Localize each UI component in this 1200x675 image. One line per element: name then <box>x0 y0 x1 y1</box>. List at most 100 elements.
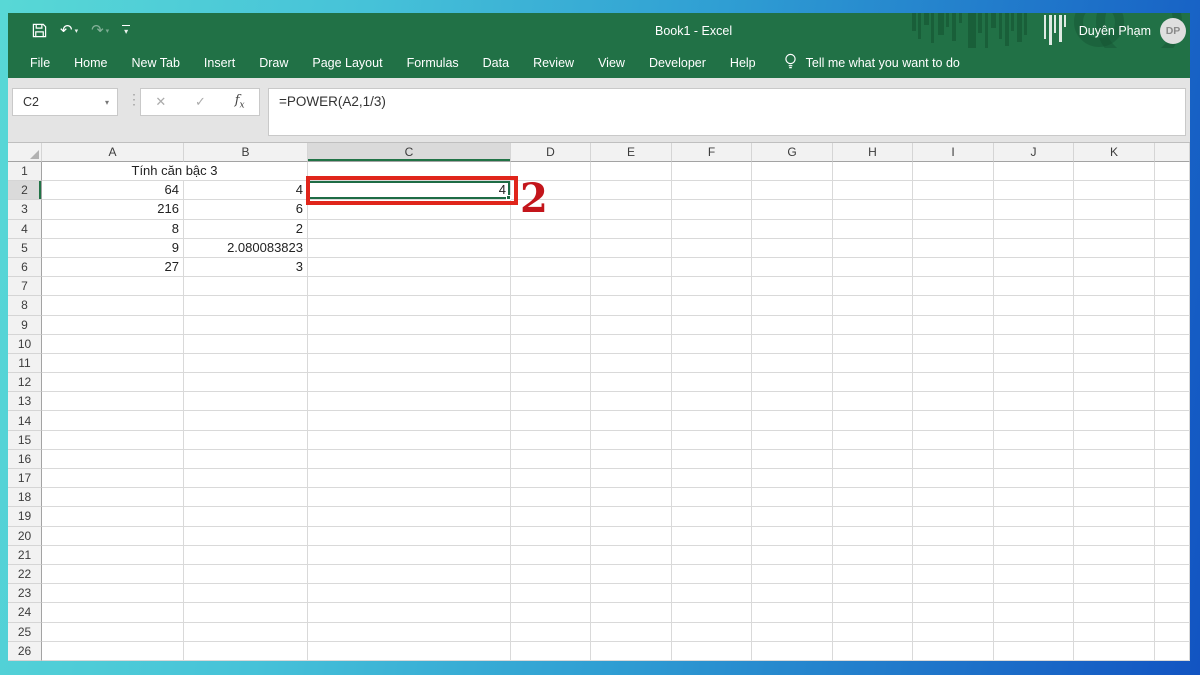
tab-page-layout[interactable]: Page Layout <box>300 48 394 78</box>
cell-K2[interactable] <box>1074 181 1155 200</box>
customize-quick-access-icon[interactable]: ▾ <box>122 25 130 36</box>
cell-G8[interactable] <box>752 296 833 315</box>
cell-E5[interactable] <box>591 239 672 258</box>
cell-D3[interactable] <box>511 200 591 219</box>
cell-E24[interactable] <box>591 603 672 622</box>
cell-G21[interactable] <box>752 546 833 565</box>
row-header-6[interactable]: 6 <box>8 258 42 277</box>
cell-K3[interactable] <box>1074 200 1155 219</box>
cell-B13[interactable] <box>184 392 308 411</box>
cell-K22[interactable] <box>1074 565 1155 584</box>
cell-C16[interactable] <box>308 450 511 469</box>
cell-C21[interactable] <box>308 546 511 565</box>
cell-G4[interactable] <box>752 220 833 239</box>
cell-K20[interactable] <box>1074 527 1155 546</box>
cell-E2[interactable] <box>591 181 672 200</box>
tell-me-box[interactable]: Tell me what you want to do <box>784 53 960 73</box>
cell-J25[interactable] <box>994 623 1074 642</box>
cell-E9[interactable] <box>591 316 672 335</box>
cell-H14[interactable] <box>833 411 913 430</box>
cell-F25[interactable] <box>672 623 752 642</box>
cell-A2[interactable]: 64 <box>42 181 184 200</box>
cell-H4[interactable] <box>833 220 913 239</box>
insert-function-icon[interactable]: fx <box>235 93 245 111</box>
cell-B6[interactable]: 3 <box>184 258 308 277</box>
cell-stub-8[interactable] <box>1155 296 1190 315</box>
cell-G20[interactable] <box>752 527 833 546</box>
cell-C11[interactable] <box>308 354 511 373</box>
cell-I2[interactable] <box>913 181 994 200</box>
cell-F11[interactable] <box>672 354 752 373</box>
fill-handle[interactable] <box>506 195 511 200</box>
cell-K7[interactable] <box>1074 277 1155 296</box>
cell-F12[interactable] <box>672 373 752 392</box>
cell-stub-21[interactable] <box>1155 546 1190 565</box>
cell-C5[interactable] <box>308 239 511 258</box>
cell-G22[interactable] <box>752 565 833 584</box>
cell-F6[interactable] <box>672 258 752 277</box>
cell-D21[interactable] <box>511 546 591 565</box>
column-header-F[interactable]: F <box>672 143 752 162</box>
cell-J26[interactable] <box>994 642 1074 661</box>
cell-A3[interactable]: 216 <box>42 200 184 219</box>
cell-C18[interactable] <box>308 488 511 507</box>
cell-D25[interactable] <box>511 623 591 642</box>
cell-A11[interactable] <box>42 354 184 373</box>
cell-G6[interactable] <box>752 258 833 277</box>
cell-A15[interactable] <box>42 431 184 450</box>
cell-B14[interactable] <box>184 411 308 430</box>
cell-J11[interactable] <box>994 354 1074 373</box>
cell-J10[interactable] <box>994 335 1074 354</box>
cell-E4[interactable] <box>591 220 672 239</box>
cell-G26[interactable] <box>752 642 833 661</box>
cell-K13[interactable] <box>1074 392 1155 411</box>
column-header-E[interactable]: E <box>591 143 672 162</box>
row-header-4[interactable]: 4 <box>8 220 42 239</box>
cell-stub-3[interactable] <box>1155 200 1190 219</box>
cell-D1[interactable] <box>511 162 591 181</box>
cell-H1[interactable] <box>833 162 913 181</box>
cell-stub-17[interactable] <box>1155 469 1190 488</box>
column-header-K[interactable]: K <box>1074 143 1155 162</box>
row-header-17[interactable]: 17 <box>8 469 42 488</box>
cell-F26[interactable] <box>672 642 752 661</box>
cell-A6[interactable]: 27 <box>42 258 184 277</box>
cell-G19[interactable] <box>752 507 833 526</box>
row-header-19[interactable]: 19 <box>8 507 42 526</box>
cell-D12[interactable] <box>511 373 591 392</box>
cell-H19[interactable] <box>833 507 913 526</box>
cell-A10[interactable] <box>42 335 184 354</box>
cell-D8[interactable] <box>511 296 591 315</box>
cell-F13[interactable] <box>672 392 752 411</box>
cell-G17[interactable] <box>752 469 833 488</box>
cell-G25[interactable] <box>752 623 833 642</box>
cell-B5[interactable]: 2.080083823 <box>184 239 308 258</box>
cell-stub-1[interactable] <box>1155 162 1190 181</box>
cell-B15[interactable] <box>184 431 308 450</box>
cell-E25[interactable] <box>591 623 672 642</box>
cell-D23[interactable] <box>511 584 591 603</box>
cell-C9[interactable] <box>308 316 511 335</box>
cell-K26[interactable] <box>1074 642 1155 661</box>
cell-A4[interactable]: 8 <box>42 220 184 239</box>
cell-G9[interactable] <box>752 316 833 335</box>
cell-H10[interactable] <box>833 335 913 354</box>
cell-E3[interactable] <box>591 200 672 219</box>
cell-G16[interactable] <box>752 450 833 469</box>
cell-I9[interactable] <box>913 316 994 335</box>
cell-D4[interactable] <box>511 220 591 239</box>
cell-E23[interactable] <box>591 584 672 603</box>
row-header-3[interactable]: 3 <box>8 200 42 219</box>
cell-I15[interactable] <box>913 431 994 450</box>
cancel-icon[interactable]: ✕ <box>155 94 166 110</box>
cell-J22[interactable] <box>994 565 1074 584</box>
cell-E26[interactable] <box>591 642 672 661</box>
cell-G24[interactable] <box>752 603 833 622</box>
cell-D13[interactable] <box>511 392 591 411</box>
cell-C17[interactable] <box>308 469 511 488</box>
cell-K9[interactable] <box>1074 316 1155 335</box>
cell-D15[interactable] <box>511 431 591 450</box>
cell-stub-4[interactable] <box>1155 220 1190 239</box>
column-header-partial[interactable] <box>1155 143 1190 162</box>
row-header-22[interactable]: 22 <box>8 565 42 584</box>
